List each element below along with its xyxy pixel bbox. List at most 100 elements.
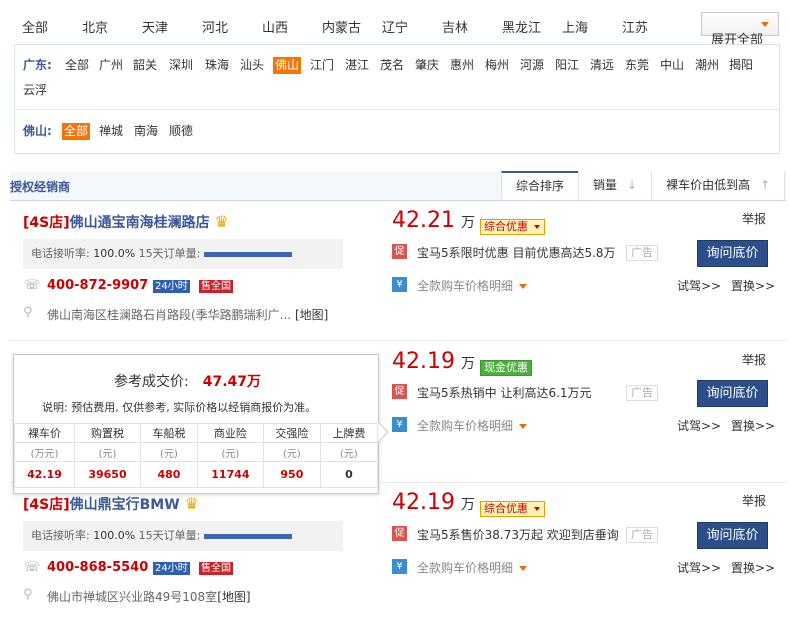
ask-price-button[interactable]: 询问底价 [697,380,768,407]
phone-number[interactable]: 400-868-5540 [47,560,148,575]
dealer-type: [4S店] [23,215,70,231]
price: 42.21 万 [392,208,475,233]
price-detail-dropdown[interactable]: 全款购车价格明细 [417,559,528,576]
report-link[interactable]: 举报 [742,492,766,509]
district-item-selected[interactable]: 全部 [62,123,91,140]
ad-text[interactable]: 宝马5系限时优惠 目前优惠高达5.8万 [417,244,616,261]
ad-text[interactable]: 宝马5系售价38.73万起 欢迎到店垂询 [417,526,619,543]
chevron-down-icon [519,424,528,429]
ad-badge: 广告 [626,527,658,543]
city-item[interactable]: 潮州 [695,57,719,74]
city-item-selected[interactable]: 佛山 [273,57,302,74]
promo-badge: 现金优惠 [480,360,532,376]
province-item[interactable]: 辽宁 [382,17,408,36]
table-cell: 950 [262,461,321,488]
trade-in-link[interactable]: 置换>> [731,559,775,576]
hours-badge: 24小时 [153,280,190,293]
report-link[interactable]: 举报 [742,351,766,368]
dealer-title: 佛山通宝南海桂澜路店 [69,215,210,231]
city-item[interactable]: 汕头 [240,57,264,74]
district-item[interactable]: 禅城 [99,123,123,140]
table-header: 车船税 [139,423,198,443]
city-item[interactable]: 深圳 [169,57,193,74]
province-item[interactable]: 山西 [262,17,288,36]
city-item[interactable]: 江门 [310,57,334,74]
dealer-stats: 电话接听率: 100.0% 15天订单量: [23,239,343,269]
map-link[interactable]: [地图] [217,590,250,604]
table-unit: (元) [74,442,141,462]
sell-scope-badge: 售全国 [199,280,233,293]
ad-text[interactable]: 宝马5系热销中 让利高达6.1万元 [417,384,592,401]
province-item[interactable]: 上海 [562,17,588,36]
city-item[interactable]: 东莞 [625,57,649,74]
dealer-name[interactable]: [4S店]佛山通宝南海桂澜路店 ♛ [23,212,229,232]
trade-in-link[interactable]: 置换>> [731,277,775,294]
province-item[interactable]: 江苏 [622,17,648,36]
city-item[interactable]: 梅州 [485,57,509,74]
dealer-type: [4S店] [23,497,70,513]
district-item[interactable]: 顺德 [169,123,193,140]
city-label: 佛山: [23,124,52,138]
sort-sales[interactable]: 销量 ↓ [578,171,651,200]
province-item[interactable]: 内蒙古 [322,17,361,36]
city-item[interactable]: 揭阳 [729,57,753,74]
tab-authorized-dealers[interactable]: 授权经销商 [10,178,70,195]
divider [15,109,779,110]
table-header: 上牌费 [319,423,379,443]
province-item[interactable]: 河北 [202,17,228,36]
dealer-name[interactable]: [4S店]佛山鼎宝行BMW ♛ [23,494,199,514]
province-item[interactable]: 天津 [142,17,168,36]
province-label: 广东: [23,58,52,72]
city-item[interactable]: 广州 [99,57,123,74]
trade-in-link[interactable]: 置换>> [731,417,775,434]
province-item[interactable]: 吉林 [442,17,468,36]
city-item[interactable]: 河源 [520,57,544,74]
dealer-card: [4S店]佛山鼎宝行BMW ♛ 电话接听率: 100.0% 15天订单量: ☏ … [0,482,790,624]
ask-price-button[interactable]: 询问底价 [697,240,768,267]
promo-dropdown[interactable]: 综合优惠 [480,219,545,235]
price-detail-dropdown[interactable]: 全款购车价格明细 [417,277,528,294]
province-bar: 全部 北京 天津 河北 山西 内蒙古 辽宁 吉林 黑龙江 上海 江苏 展开全部 [0,0,790,48]
city-item[interactable]: 惠州 [450,57,474,74]
district-item[interactable]: 南海 [134,123,158,140]
order-bar [204,533,293,539]
test-drive-link[interactable]: 试驾>> [677,559,721,576]
city-item[interactable]: 清远 [590,57,614,74]
table-unit: (万元) [13,442,76,462]
promo-icon: 促 [392,384,407,399]
report-link[interactable]: 举报 [742,210,766,227]
test-drive-link[interactable]: 试驾>> [677,277,721,294]
city-item[interactable]: 湛江 [345,57,369,74]
chevron-down-icon [534,507,540,511]
city-item[interactable]: 全部 [65,57,89,74]
hours-badge: 24小时 [153,562,190,575]
sort-sales-label: 销量 [593,178,618,192]
price-unit: 万 [460,497,475,513]
sort-default[interactable]: 综合排序 [501,171,579,200]
city-item[interactable]: 珠海 [205,57,229,74]
province-item[interactable]: 全部 [22,17,48,36]
city-item[interactable]: 茂名 [380,57,404,74]
phone-number[interactable]: 400-872-9907 [47,278,148,293]
price-detail-label: 全款购车价格明细 [417,279,514,293]
promo-label: 综合优惠 [484,502,528,515]
city-item[interactable]: 云浮 [23,82,47,99]
address-text: 佛山市禅城区兴业路49号108室 [47,590,218,604]
dealer-title: 佛山鼎宝行BMW [69,497,180,513]
price-unit: 万 [460,215,475,231]
city-item[interactable]: 韶关 [133,57,157,74]
province-item[interactable]: 北京 [82,17,108,36]
ask-price-button[interactable]: 询问底价 [697,522,768,549]
city-item[interactable]: 肇庆 [415,57,439,74]
tab-bar: 授权经销商 综合排序 销量 ↓ 裸车价由低到高 ↑ [10,171,786,201]
map-link[interactable]: [地图] [295,308,328,322]
sort-price[interactable]: 裸车价由低到高 ↑ [651,171,786,200]
city-item[interactable]: 中山 [660,57,684,74]
province-item[interactable]: 黑龙江 [502,17,541,36]
expand-all-button[interactable]: 展开全部 [701,12,779,48]
price-detail-dropdown[interactable]: 全款购车价格明细 [417,417,528,434]
price-value: 42.19 [392,349,455,374]
city-item[interactable]: 阳江 [555,57,579,74]
promo-dropdown[interactable]: 综合优惠 [480,501,545,517]
test-drive-link[interactable]: 试驾>> [677,417,721,434]
